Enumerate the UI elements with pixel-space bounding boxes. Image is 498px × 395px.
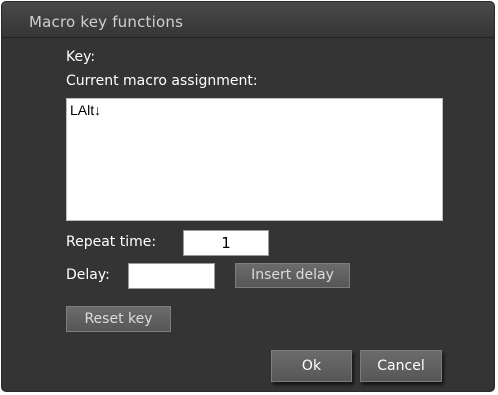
delay-label: Delay: — [66, 267, 110, 283]
macro-assignment-textarea[interactable]: LAlt↓ — [66, 98, 443, 221]
current-assignment-label: Current macro assignment: — [66, 73, 258, 89]
insert-delay-button[interactable]: Insert delay — [235, 263, 350, 288]
delay-input[interactable] — [128, 263, 215, 289]
ok-button[interactable]: Ok — [271, 350, 352, 382]
repeat-time-input[interactable]: 1 — [183, 230, 269, 256]
dialog-title: Macro key functions — [29, 13, 184, 31]
repeat-time-label: Repeat time: — [66, 234, 157, 250]
cancel-button[interactable]: Cancel — [360, 350, 442, 382]
dialog-titlebar[interactable]: Macro key functions — [2, 2, 494, 38]
key-label: Key: — [66, 49, 96, 65]
macro-key-functions-dialog: Macro key functions Key: Current macro a… — [1, 1, 495, 392]
reset-key-button[interactable]: Reset key — [66, 306, 171, 332]
macro-assignment-text: LAlt↓ — [70, 102, 102, 118]
